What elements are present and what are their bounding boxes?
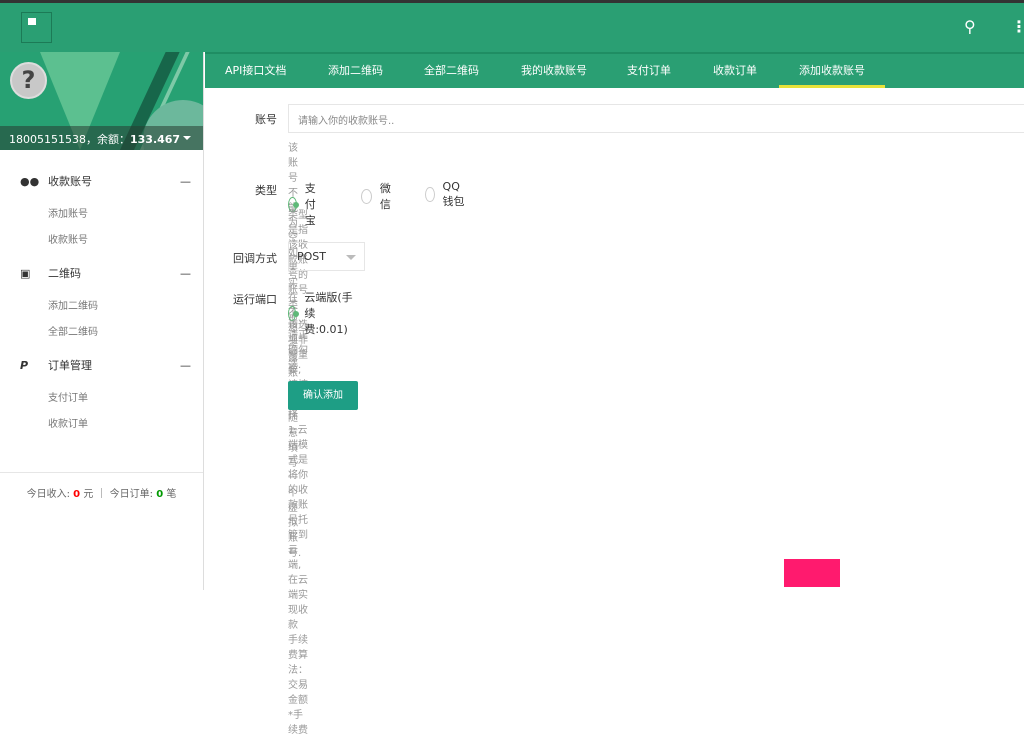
balance-value: 133.467 xyxy=(129,133,181,146)
account-input[interactable]: 请输入你的收款账号.. xyxy=(288,104,1024,133)
account-label: 账号 xyxy=(255,113,277,126)
sidebar-group-accounts[interactable]: ●● 收款账号 — xyxy=(0,162,203,202)
collapse-icon[interactable]: — xyxy=(180,162,191,202)
logo[interactable] xyxy=(21,12,52,43)
callback-label: 回调方式 xyxy=(233,252,277,265)
sidebar-item-receive-orders[interactable]: 收款订单 xyxy=(0,412,203,438)
group-label: 收款账号 xyxy=(48,175,92,188)
radio-icon xyxy=(425,187,435,202)
callback-value: POST xyxy=(297,250,326,263)
radio-wechat[interactable]: 微信 xyxy=(361,180,395,212)
user-menu[interactable]: 18005151538，余额：133.467 xyxy=(0,126,203,150)
type-label: 类型 xyxy=(255,184,277,197)
radio-qq-wallet[interactable]: QQ钱包 xyxy=(425,180,465,209)
more-vertical-icon[interactable]: ⋮ xyxy=(1011,17,1024,36)
tab-my-accounts[interactable]: 我的收款账号 xyxy=(501,54,607,88)
sidebar-group-orders[interactable]: P 订单管理 — xyxy=(0,346,203,386)
radio-icon xyxy=(361,188,372,204)
balance-label: ，余额： xyxy=(85,133,130,146)
sidebar-item-add-qrcode[interactable]: 添加二维码 xyxy=(0,294,203,320)
tab-add-account[interactable]: 添加收款账号 xyxy=(779,54,885,88)
user-phone: 18005151538 xyxy=(9,133,86,146)
sidebar: ? 18005151538，余额：133.467 ●● 收款账号 — 添加账号 收款… xyxy=(0,52,204,590)
option-label: QQ钱包 xyxy=(442,180,465,208)
sidebar-item-all-qrcode[interactable]: 全部二维码 xyxy=(0,320,203,346)
tab-api-docs[interactable]: API接口文档 xyxy=(205,54,306,88)
confirm-add-button[interactable]: 确认添加 xyxy=(288,381,358,410)
hint-line: 1.云端模式是将你的收款账号托管到云端,在云端实现收款 xyxy=(288,425,308,631)
id-card-icon: ▣ xyxy=(20,267,31,280)
income-label: 今日收入: xyxy=(26,489,74,500)
callback-select[interactable]: POST xyxy=(288,242,365,271)
today-stats: 今日收入: 0 元 ｜ 今日订单: 0 笔 xyxy=(0,472,203,500)
group-label: 订单管理 xyxy=(48,359,92,372)
tab-add-qrcode[interactable]: 添加二维码 xyxy=(308,54,403,88)
collapse-icon[interactable]: — xyxy=(180,346,191,386)
paypal-icon: P xyxy=(20,359,29,372)
tab-all-qrcode[interactable]: 全部二维码 xyxy=(404,54,499,88)
sidebar-group-qrcode[interactable]: ▣ 二维码 — xyxy=(0,254,203,294)
sidebar-item-pay-orders[interactable]: 支付订单 xyxy=(0,386,203,412)
tab-pay-orders[interactable]: 支付订单 xyxy=(607,54,691,88)
profile-panel: ? 18005151538，余额：133.467 xyxy=(0,52,203,150)
group-label: 二维码 xyxy=(48,267,81,280)
caret-down-icon xyxy=(346,255,356,265)
collapse-icon[interactable]: — xyxy=(180,254,191,294)
orders-unit: 笔 xyxy=(163,489,177,500)
overlay-block xyxy=(784,559,840,587)
sidebar-item-add-account[interactable]: 添加账号 xyxy=(0,202,203,228)
option-label: 云端版(手续费:0.01) xyxy=(304,291,353,336)
tab-receive-orders[interactable]: 收款订单 xyxy=(693,54,777,88)
top-bar: ⚲ ⋮ xyxy=(0,0,1024,52)
users-icon: ●● xyxy=(20,175,40,188)
sidebar-item-accounts[interactable]: 收款账号 xyxy=(0,228,203,254)
hint-line: 手续费算法：交易金额*手续费 xyxy=(288,635,308,736)
avatar[interactable]: ? xyxy=(10,62,47,99)
port-label: 运行端口 xyxy=(233,293,277,306)
orders-label: 元 ｜ 今日订单: xyxy=(80,489,157,500)
tab-bar: API接口文档 添加二维码 全部二维码 我的收款账号 支付订单 收款订单 添加收… xyxy=(205,52,1024,88)
caret-down-icon[interactable] xyxy=(183,136,191,144)
search-icon[interactable]: ⚲ xyxy=(964,17,976,36)
option-label: 微信 xyxy=(379,182,391,211)
